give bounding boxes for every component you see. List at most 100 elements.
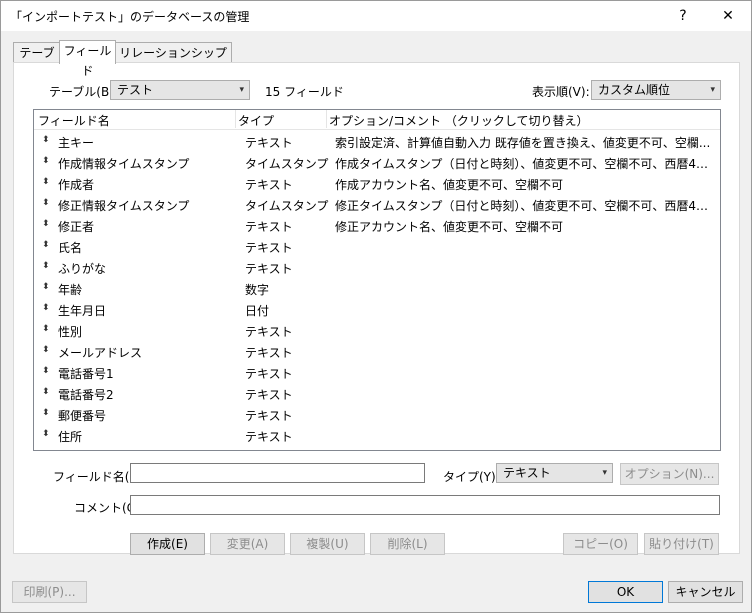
field-row-options[interactable]: 作成アカウント名、値変更不可、空欄不可 bbox=[335, 176, 715, 193]
drag-handle-icon[interactable]: ⬍ bbox=[42, 198, 50, 208]
field-row-type: テキスト bbox=[245, 346, 293, 360]
drag-handle-icon[interactable]: ⬍ bbox=[42, 324, 50, 334]
column-header-options[interactable]: オプション/コメント （クリックして切り替え） bbox=[329, 112, 589, 129]
field-row[interactable]: ⬍ メールアドレス テキスト bbox=[34, 341, 720, 362]
table-select-label: テーブル(B): bbox=[49, 85, 118, 99]
copy-button[interactable]: コピー(O) bbox=[563, 533, 638, 555]
field-list[interactable]: フィールド名 タイプ オプション/コメント （クリックして切り替え） ⬍ 主キーテ… bbox=[33, 109, 721, 451]
field-row-type: テキスト bbox=[245, 220, 293, 234]
tab-fields[interactable]: フィールド bbox=[59, 40, 116, 78]
change-button[interactable]: 変更(A) bbox=[210, 533, 285, 555]
field-row-type: テキスト bbox=[245, 262, 293, 276]
drag-handle-icon[interactable]: ⬍ bbox=[42, 303, 50, 313]
ok-button[interactable]: OK bbox=[588, 581, 663, 603]
field-row-name: 性別 bbox=[58, 325, 83, 339]
title-bar: 「インポートテスト」のデータベースの管理 ? ✕ bbox=[1, 1, 751, 31]
field-row-type: テキスト bbox=[245, 367, 293, 381]
field-row-name: 作成情報タイムスタンプ bbox=[58, 157, 190, 171]
help-button[interactable]: ? bbox=[660, 1, 706, 31]
field-row-type: 数字 bbox=[245, 283, 270, 297]
field-row-name: 修正者 bbox=[58, 220, 95, 234]
field-row-options[interactable]: 修正タイムスタンプ（日付と時刻）、値変更不可、空欄不可、西暦4桁の... bbox=[335, 197, 715, 214]
field-row-type: テキスト bbox=[245, 430, 293, 444]
field-row-name: ふりがな bbox=[58, 262, 107, 276]
drag-handle-icon[interactable]: ⬍ bbox=[42, 366, 50, 376]
comment-input[interactable] bbox=[130, 495, 720, 515]
column-divider[interactable] bbox=[326, 110, 327, 128]
field-row[interactable]: ⬍ ふりがな テキスト bbox=[34, 257, 720, 278]
field-row[interactable]: ⬍ 電話番号1 テキスト bbox=[34, 362, 720, 383]
tab-tables[interactable]: テーブル bbox=[13, 42, 61, 80]
drag-handle-icon[interactable]: ⬍ bbox=[42, 387, 50, 397]
field-row-name: 氏名 bbox=[58, 241, 83, 255]
table-select[interactable]: テスト ▾ bbox=[110, 80, 250, 100]
table-select-value: テスト bbox=[117, 83, 154, 97]
drag-handle-icon[interactable]: ⬍ bbox=[42, 219, 50, 229]
field-row-options[interactable]: 修正アカウント名、値変更不可、空欄不可 bbox=[335, 218, 715, 235]
chevron-down-icon: ▾ bbox=[710, 85, 715, 95]
field-row-options[interactable]: 作成タイムスタンプ（日付と時刻）、値変更不可、空欄不可、西暦4桁の... bbox=[335, 155, 715, 172]
field-row[interactable]: ⬍ 修正者 テキスト 修正アカウント名、値変更不可、空欄不可 bbox=[34, 215, 720, 236]
drag-handle-icon[interactable]: ⬍ bbox=[42, 177, 50, 187]
field-row-type: タイムスタンプ bbox=[245, 157, 329, 171]
field-row-name: 年齢 bbox=[58, 283, 83, 297]
drag-handle-icon[interactable]: ⬍ bbox=[42, 429, 50, 439]
drag-handle-icon[interactable]: ⬍ bbox=[42, 408, 50, 418]
field-count: 15 フィールド bbox=[265, 85, 344, 99]
field-row[interactable]: ⬍ 郵便番号 テキスト bbox=[34, 404, 720, 425]
field-list-header: フィールド名 タイプ オプション/コメント （クリックして切り替え） bbox=[34, 110, 720, 130]
field-row[interactable]: ⬍ 生年月日 日付 bbox=[34, 299, 720, 320]
chevron-down-icon: ▾ bbox=[239, 85, 244, 95]
close-button[interactable]: ✕ bbox=[705, 1, 751, 31]
field-row-name: メールアドレス bbox=[58, 346, 143, 360]
field-row-name: 住所 bbox=[58, 430, 83, 444]
drag-handle-icon[interactable]: ⬍ bbox=[42, 156, 50, 166]
window-title: 「インポートテスト」のデータベースの管理 bbox=[10, 10, 250, 24]
sort-order-value: カスタム順位 bbox=[598, 83, 671, 97]
tab-relationships[interactable]: リレーションシップ bbox=[114, 42, 232, 63]
paste-button[interactable]: 貼り付け(T) bbox=[644, 533, 719, 555]
duplicate-button[interactable]: 複製(U) bbox=[290, 533, 365, 555]
field-row[interactable]: ⬍ 性別 テキスト bbox=[34, 320, 720, 341]
manage-database-dialog: 「インポートテスト」のデータベースの管理 ? ✕ テーブル フィールド リレーシ… bbox=[0, 0, 752, 613]
field-row[interactable]: ⬍ 氏名 テキスト bbox=[34, 236, 720, 257]
field-name-input[interactable] bbox=[130, 463, 425, 483]
field-row-type: 日付 bbox=[245, 304, 270, 318]
field-row[interactable]: ⬍ 電話番号2 テキスト bbox=[34, 383, 720, 404]
field-row-name: 電話番号2 bbox=[58, 388, 114, 402]
column-header-field-name[interactable]: フィールド名 bbox=[38, 112, 110, 129]
field-row[interactable]: ⬍ 住所 テキスト bbox=[34, 425, 720, 446]
drag-handle-icon[interactable]: ⬍ bbox=[42, 135, 50, 145]
field-row-name: 主キー bbox=[58, 136, 95, 150]
column-header-type[interactable]: タイプ bbox=[238, 112, 274, 129]
delete-button[interactable]: 削除(L) bbox=[370, 533, 445, 555]
chevron-down-icon: ▾ bbox=[602, 468, 607, 478]
options-button[interactable]: オプション(N)... bbox=[620, 463, 719, 485]
field-row-type: タイムスタンプ bbox=[245, 199, 329, 213]
field-row[interactable]: ⬍ 作成情報タイムスタンプ タイムスタンプ 作成タイムスタンプ（日付と時刻）、値変更不… bbox=[34, 152, 720, 173]
drag-handle-icon[interactable]: ⬍ bbox=[42, 345, 50, 355]
field-row-name: 電話番号1 bbox=[58, 367, 114, 381]
drag-handle-icon[interactable]: ⬍ bbox=[42, 282, 50, 292]
field-row-type: テキスト bbox=[245, 388, 293, 402]
drag-handle-icon[interactable]: ⬍ bbox=[42, 240, 50, 250]
drag-handle-icon[interactable]: ⬍ bbox=[42, 261, 50, 271]
field-row[interactable]: ⬍ 修正情報タイムスタンプ タイムスタンプ 修正タイムスタンプ（日付と時刻）、値変更不… bbox=[34, 194, 720, 215]
type-select[interactable]: テキスト ▾ bbox=[496, 463, 613, 483]
sort-order-select[interactable]: カスタム順位 ▾ bbox=[591, 80, 721, 100]
column-divider[interactable] bbox=[235, 110, 236, 128]
field-row[interactable]: ⬍ 主キー テキスト 索引設定済、計算値自動入力 既存値を置き換え、値変更不可、空欄.… bbox=[34, 131, 720, 152]
create-button[interactable]: 作成(E) bbox=[130, 533, 205, 555]
field-row-name: 生年月日 bbox=[58, 304, 107, 318]
field-row-name: 郵便番号 bbox=[58, 409, 107, 423]
cancel-button[interactable]: キャンセル bbox=[668, 581, 743, 603]
field-row-type: テキスト bbox=[245, 409, 293, 423]
print-button[interactable]: 印刷(P)... bbox=[12, 581, 87, 603]
field-row[interactable]: ⬍ 年齢 数字 bbox=[34, 278, 720, 299]
field-row-options[interactable]: 索引設定済、計算値自動入力 既存値を置き換え、値変更不可、空欄... bbox=[335, 134, 715, 151]
type-select-value: テキスト bbox=[503, 466, 551, 480]
field-row-type: テキスト bbox=[245, 241, 293, 255]
field-row-name: 作成者 bbox=[58, 178, 95, 192]
field-row[interactable]: ⬍ 作成者 テキスト 作成アカウント名、値変更不可、空欄不可 bbox=[34, 173, 720, 194]
type-select-label: タイプ(Y): bbox=[443, 470, 500, 484]
